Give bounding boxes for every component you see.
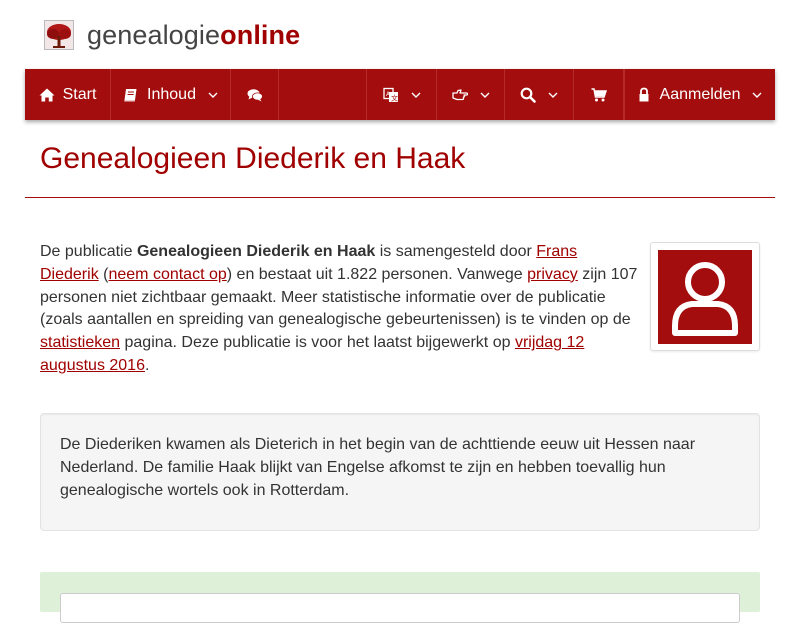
intro-text: is samengesteld door	[375, 243, 537, 260]
site-logo[interactable]: genealogieonline	[44, 18, 300, 52]
tree-icon	[44, 20, 74, 50]
title-divider	[25, 197, 775, 198]
nav-cart[interactable]	[574, 69, 624, 120]
chevron-down-icon	[752, 92, 762, 98]
logo-text-online: online	[220, 20, 301, 50]
chevron-down-icon	[208, 92, 218, 98]
info-panel-inner	[60, 593, 740, 623]
intro-text: pagina. Deze publicatie is voor het laat…	[120, 334, 515, 352]
cart-icon	[591, 87, 607, 101]
intro-text: (	[98, 265, 109, 283]
logo-text-genealogie: genealogie	[87, 20, 221, 50]
intro-text: .	[144, 356, 150, 374]
publication-description: De Diederiken kwamen als Dieterich in he…	[40, 413, 760, 531]
statistics-link[interactable]: statistieken	[40, 334, 120, 351]
language-icon: A文	[382, 87, 398, 102]
chevron-down-icon	[411, 92, 420, 98]
nav-aanmelden[interactable]: Aanmelden	[624, 69, 773, 120]
nav-aanmelden-label: Aanmelden	[659, 85, 741, 103]
main-navbar: Start Inhoud A文 Aanmelden	[25, 69, 775, 120]
contact-link[interactable]: neem contact op	[108, 266, 226, 283]
svg-text:文: 文	[391, 93, 398, 102]
hand-pointer-icon	[451, 88, 468, 100]
intro-text: De publicatie	[40, 243, 137, 260]
nav-spacer	[279, 69, 367, 120]
home-icon	[39, 88, 55, 101]
privacy-link[interactable]: privacy	[527, 266, 578, 283]
publication-name: Genealogieen Diederik en Haak	[136, 243, 376, 260]
comments-icon	[247, 88, 263, 101]
lock-icon	[639, 87, 649, 101]
nav-inhoud[interactable]: Inhoud	[111, 69, 231, 120]
user-icon	[672, 262, 738, 336]
search-icon	[520, 87, 536, 103]
author-avatar-frame[interactable]	[650, 242, 760, 351]
nav-actions[interactable]	[437, 69, 505, 120]
info-panel	[40, 572, 760, 623]
avatar	[658, 250, 752, 344]
nav-search[interactable]	[505, 69, 574, 120]
nav-start-label: Start	[62, 85, 97, 103]
publication-intro: De publicatie Genealogieen Diederik en H…	[40, 241, 640, 378]
page-title: Genealogieen Diederik en Haak	[40, 142, 466, 175]
nav-start[interactable]: Start	[25, 69, 111, 120]
nav-language[interactable]: A文	[367, 69, 437, 120]
book-icon	[124, 88, 137, 101]
chevron-down-icon	[548, 92, 558, 98]
intro-text: ) en bestaat uit 1.822 personen. Vanwege	[226, 265, 528, 283]
logo-text: genealogieonline	[87, 18, 300, 52]
nav-inhoud-label: Inhoud	[147, 85, 196, 103]
chevron-down-icon	[480, 92, 489, 98]
nav-forum[interactable]	[231, 69, 279, 120]
